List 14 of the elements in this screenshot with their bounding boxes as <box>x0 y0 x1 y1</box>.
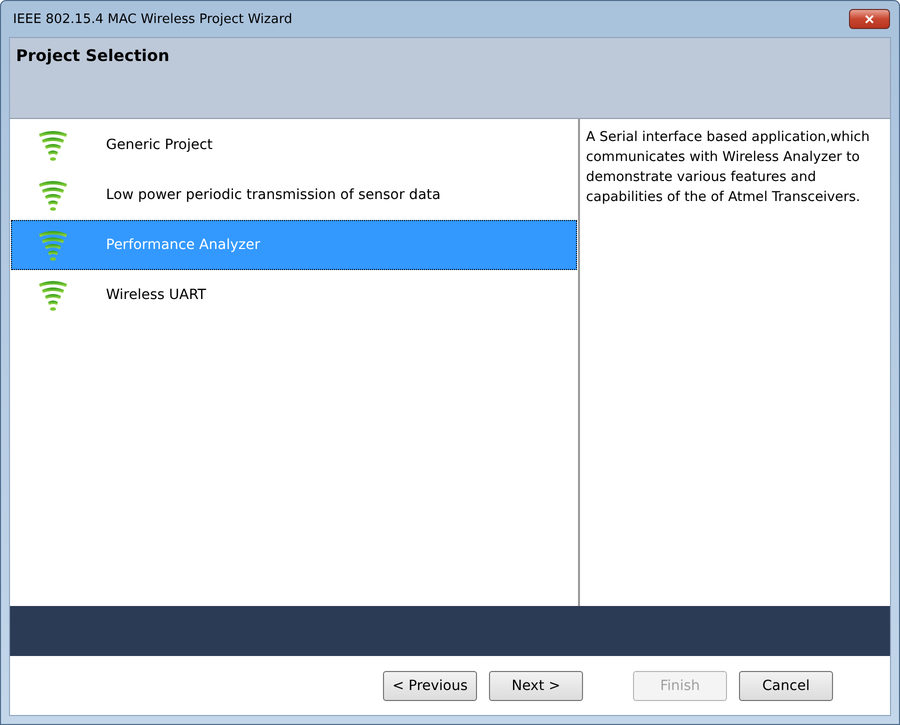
wizard-button[interactable]: < Previous <box>383 670 477 700</box>
wireless-signal-icon <box>38 129 68 161</box>
project-item[interactable]: Wireless UART <box>11 270 577 320</box>
wireless-signal-icon <box>38 179 68 211</box>
window-title: IEEE 802.15.4 MAC Wireless Project Wizard <box>12 12 292 26</box>
project-item[interactable]: Low power periodic transmission of sensor data <box>11 170 577 220</box>
close-button[interactable]: ✕ <box>849 9 890 29</box>
wizard-button[interactable]: Cancel <box>739 670 833 700</box>
project-item[interactable]: Generic Project <box>11 120 577 170</box>
page-heading: Project Selection <box>16 46 170 65</box>
wizard-button[interactable]: Next > <box>489 670 583 700</box>
project-description: A Serial interface based application,which communicates with Wireless Analyzer to demonstrate various features and capabilities of the of Atmel Transceivers. <box>586 128 871 207</box>
wireless-signal-icon <box>38 279 68 311</box>
wireless-signal-icon <box>38 229 68 261</box>
